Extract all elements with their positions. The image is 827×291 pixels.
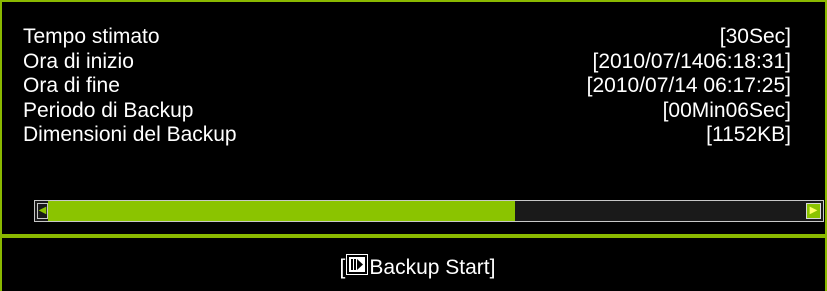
left-arrow-icon: ◀ [38,205,47,216]
play-pause-icon [346,254,369,275]
info-label: Ora di fine [23,74,120,98]
info-label: Dimensioni del Backup [23,123,237,147]
scroll-right-button[interactable]: ▶ [806,203,821,219]
bracket-open: [ [339,255,346,279]
info-value: [1152KB] [706,123,791,147]
info-label: Periodo di Backup [23,98,194,122]
info-label: Ora di inizio [23,49,134,73]
scroll-left-button[interactable]: ◀ [37,203,48,219]
action-bar: [ Backup Start] [0,238,827,291]
progress-track [48,201,802,221]
info-row-backup-period: Periodo di Backup [00Min06Sec] [23,99,791,124]
progress-fill [48,201,516,221]
info-value: [2010/07/14 06:17:25] [586,74,791,98]
backup-progress-bar[interactable]: ◀ ▶ [34,200,824,222]
info-value: [00Min06Sec] [662,98,791,122]
backup-start-button[interactable]: [ Backup Start] [339,254,496,280]
backup-start-label: Backup Start] [369,255,496,279]
backup-info-list: Tempo stimato [30Sec] Ora di inizio [201… [23,25,791,148]
info-row-start-time: Ora di inizio [2010/07/1406:18:31] [23,50,791,75]
info-value: [30Sec] [719,25,791,49]
info-row-estimated-time: Tempo stimato [30Sec] [23,25,791,50]
info-row-backup-size: Dimensioni del Backup [1152KB] [23,123,791,148]
info-value: [2010/07/1406:18:31] [592,49,791,73]
info-label: Tempo stimato [23,25,160,49]
info-row-end-time: Ora di fine [2010/07/14 06:17:25] [23,74,791,99]
backup-info-panel: Tempo stimato [30Sec] Ora di inizio [201… [0,0,827,236]
right-arrow-icon: ▶ [809,205,818,216]
